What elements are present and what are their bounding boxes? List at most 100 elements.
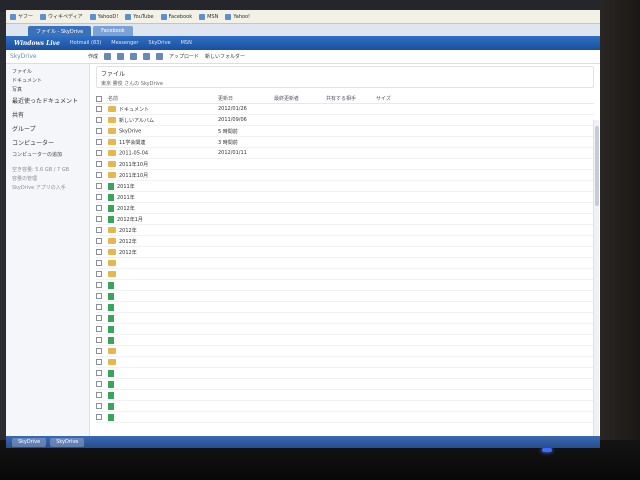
file-row[interactable] — [96, 401, 594, 412]
column-shared[interactable]: 共有する相手 — [326, 95, 376, 102]
file-row[interactable] — [96, 324, 594, 335]
file-row[interactable] — [96, 302, 594, 313]
file-row[interactable]: 2011年10月 — [96, 170, 594, 181]
favorite-link[interactable]: YouTube — [125, 13, 154, 20]
file-row[interactable] — [96, 280, 594, 291]
column-name[interactable]: 名前 — [108, 95, 218, 102]
row-checkbox[interactable] — [96, 348, 102, 354]
sidebar-item-documents[interactable]: ドキュメント — [12, 77, 83, 86]
taskbar-item[interactable]: SkyDrive — [50, 437, 85, 447]
file-row[interactable]: 2011年10月 — [96, 159, 594, 170]
row-checkbox[interactable] — [96, 381, 102, 387]
vertical-scrollbar[interactable] — [593, 120, 599, 438]
favorite-link[interactable]: ヤフー — [10, 13, 33, 20]
row-checkbox[interactable] — [96, 106, 102, 112]
favorite-link[interactable]: YahooD! — [89, 13, 118, 20]
sidebar-item-shared[interactable]: 共有 — [12, 109, 83, 123]
nav-skydrive[interactable]: SkyDrive — [148, 40, 170, 46]
windows-live-logo[interactable]: Windows Live — [14, 40, 60, 47]
favorite-link[interactable]: Facebook — [160, 13, 192, 20]
file-row[interactable]: ドキュメント 2012/01/26 — [96, 104, 594, 115]
file-name[interactable]: 2011年10月 — [119, 173, 148, 179]
get-apps-link[interactable]: SkyDrive アプリの入手 — [12, 184, 83, 193]
file-name[interactable]: 2012年 — [119, 250, 137, 256]
row-checkbox[interactable] — [96, 260, 102, 266]
row-checkbox[interactable] — [96, 392, 102, 398]
row-checkbox[interactable] — [96, 183, 102, 189]
file-row[interactable]: 2012年1月 — [96, 214, 594, 225]
row-checkbox[interactable] — [96, 326, 102, 332]
file-row[interactable]: 2012年 — [96, 203, 594, 214]
file-name[interactable]: 2012年 — [117, 206, 135, 212]
sidebar-item-computers[interactable]: コンピューター — [12, 137, 83, 151]
row-checkbox[interactable] — [96, 205, 102, 211]
file-row[interactable]: SkyDrive 5 時間前 — [96, 126, 594, 137]
row-checkbox[interactable] — [96, 337, 102, 343]
nav-msn[interactable]: MSN — [181, 40, 192, 46]
file-name[interactable]: 2011年10月 — [119, 162, 148, 168]
sidebar-item-groups[interactable]: グループ — [12, 123, 83, 137]
file-row[interactable] — [96, 335, 594, 346]
file-row[interactable] — [96, 346, 594, 357]
file-row[interactable] — [96, 379, 594, 390]
new-folder-button[interactable]: 新しいフォルダー — [205, 53, 245, 60]
column-owner[interactable]: 最終更新者 — [274, 95, 326, 102]
manage-storage-link[interactable]: 容量の管理 — [12, 175, 83, 184]
file-name[interactable]: 2012年1月 — [117, 217, 143, 223]
row-checkbox[interactable] — [96, 150, 102, 156]
file-name[interactable]: 2011年 — [117, 195, 135, 201]
row-checkbox[interactable] — [96, 370, 102, 376]
file-row[interactable]: 2012年 — [96, 225, 594, 236]
file-name[interactable]: 新しいアルバム — [119, 118, 154, 124]
file-row[interactable]: 2012年 — [96, 236, 594, 247]
select-all-checkbox[interactable] — [96, 95, 102, 102]
file-row[interactable] — [96, 258, 594, 269]
create-button[interactable]: 作成 — [88, 53, 98, 60]
file-name[interactable]: ドキュメント — [119, 107, 149, 113]
row-checkbox[interactable] — [96, 172, 102, 178]
row-checkbox[interactable] — [96, 128, 102, 134]
file-row[interactable] — [96, 269, 594, 280]
file-row[interactable]: 2011年 — [96, 181, 594, 192]
file-row[interactable]: 11学会関連 3 時間前 — [96, 137, 594, 148]
file-row[interactable] — [96, 412, 594, 423]
sidebar-item-recent[interactable]: 最近使ったドキュメント — [12, 95, 83, 109]
file-row[interactable]: 2011-05-04 2012/01/11 — [96, 148, 594, 159]
row-checkbox[interactable] — [96, 293, 102, 299]
scrollbar-thumb[interactable] — [595, 126, 599, 206]
file-name[interactable]: 2012年 — [119, 228, 137, 234]
favorite-link[interactable]: MSN — [199, 13, 218, 20]
file-name[interactable]: 2011-05-04 — [119, 150, 148, 156]
sidebar-item-add-computer[interactable]: コンピューターの追加 — [12, 151, 83, 160]
nav-messenger[interactable]: Messenger — [111, 40, 138, 46]
taskbar-item[interactable]: SkyDrive — [12, 437, 47, 447]
row-checkbox[interactable] — [96, 194, 102, 200]
row-checkbox[interactable] — [96, 315, 102, 321]
tab-skydrive[interactable]: ファイル - SkyDrive — [28, 26, 92, 36]
file-row[interactable] — [96, 357, 594, 368]
row-checkbox[interactable] — [96, 249, 102, 255]
row-checkbox[interactable] — [96, 117, 102, 123]
row-checkbox[interactable] — [96, 161, 102, 167]
favorite-link[interactable]: Yahoo! — [225, 13, 250, 20]
nav-hotmail[interactable]: Hotmail (83) — [70, 40, 101, 46]
row-checkbox[interactable] — [96, 238, 102, 244]
row-checkbox[interactable] — [96, 414, 102, 420]
row-checkbox[interactable] — [96, 304, 102, 310]
new-folder-icon[interactable] — [156, 53, 164, 60]
row-checkbox[interactable] — [96, 139, 102, 145]
file-row[interactable] — [96, 313, 594, 324]
row-checkbox[interactable] — [96, 216, 102, 222]
file-row[interactable] — [96, 368, 594, 379]
favorite-link[interactable]: ウィキペディア — [40, 13, 83, 20]
row-checkbox[interactable] — [96, 359, 102, 365]
excel-doc-icon[interactable] — [117, 53, 125, 60]
file-name[interactable]: 2012年 — [119, 239, 137, 245]
file-row[interactable]: 2012年 — [96, 247, 594, 258]
powerpoint-doc-icon[interactable] — [130, 53, 138, 60]
onenote-doc-icon[interactable] — [143, 53, 151, 60]
sidebar-item-photos[interactable]: 写真 — [12, 86, 83, 95]
file-row[interactable]: 新しいアルバム 2011/09/06 — [96, 115, 594, 126]
column-size[interactable]: サイズ — [376, 95, 416, 102]
row-checkbox[interactable] — [96, 271, 102, 277]
